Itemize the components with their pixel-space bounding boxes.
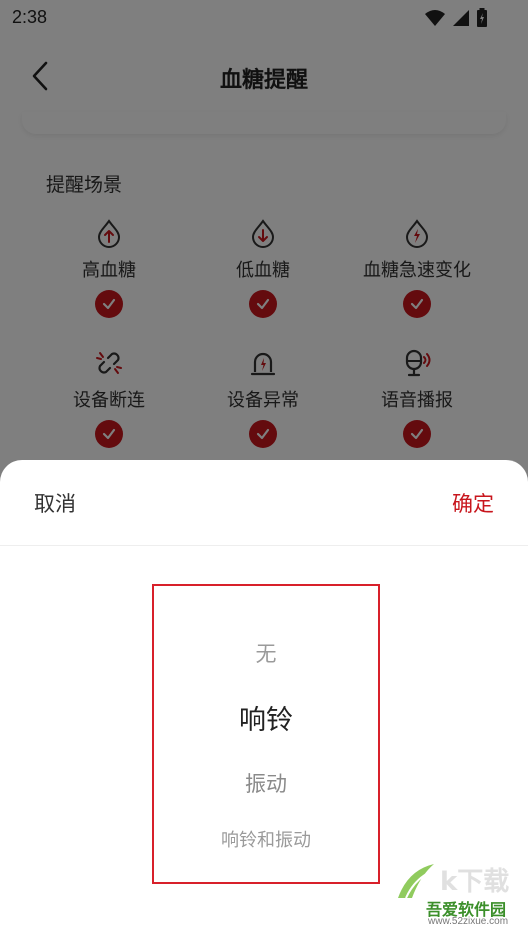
picker-option-ring-selected[interactable]: 响铃 [154,698,378,737]
svg-text:k下载: k下载 [440,867,509,897]
watermark-url: www.52zixue.com [428,916,509,927]
sheet-header: 取消 确定 [0,460,528,546]
picker-option-vibrate[interactable]: 振动 [154,768,378,798]
picker-option-none[interactable]: 无 [154,638,378,668]
confirm-button[interactable]: 确定 [452,488,494,518]
picker-option-ring-and-vibrate[interactable]: 响铃和振动 [154,826,378,852]
watermark: k下载 吾爱软件园 www.52zixue.com [394,860,524,932]
option-picker[interactable]: 无 响铃 振动 响铃和振动 [152,584,380,884]
cancel-button[interactable]: 取消 [34,488,76,518]
watermark-logo: k下载 [398,864,509,899]
